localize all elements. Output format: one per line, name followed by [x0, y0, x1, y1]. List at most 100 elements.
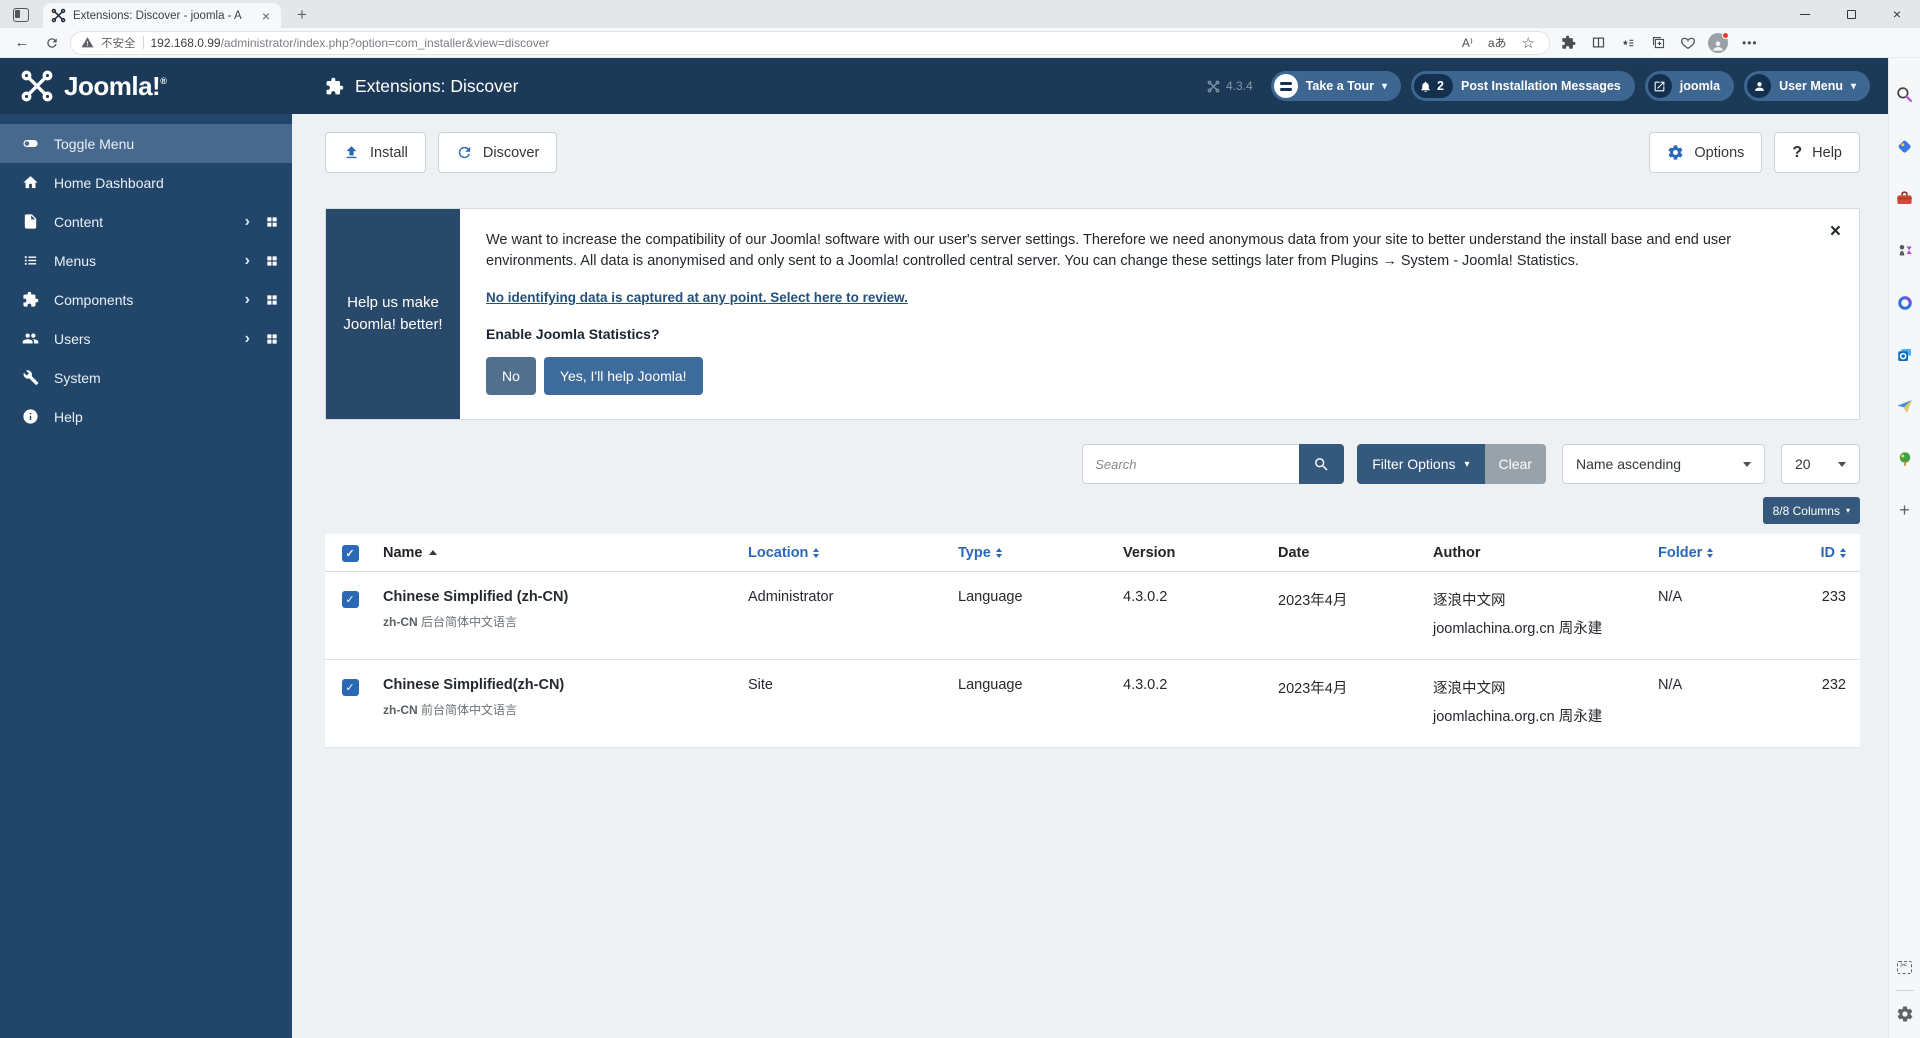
admin-header: Joomla!® Extensions: Discover 4.3.4 Take… [0, 58, 1888, 114]
no-button[interactable]: No [486, 357, 536, 395]
address-bar[interactable]: 不安全 192.168.0.99/administrator/index.php… [70, 31, 1550, 55]
column-header-id[interactable]: ID [1821, 545, 1847, 561]
column-header-folder[interactable]: Folder [1658, 545, 1713, 561]
search-button[interactable] [1299, 444, 1344, 484]
profile-notification-dot [1722, 32, 1729, 39]
tab-close-icon[interactable]: × [259, 8, 273, 24]
help-button[interactable]: ? Help [1774, 132, 1860, 173]
chevron-right-icon: › [245, 252, 250, 270]
stats-review-link[interactable]: No identifying data is captured at any p… [486, 290, 908, 305]
version-cell: 4.3.0.2 [1115, 589, 1270, 659]
sidebar-item-components[interactable]: Components › [0, 280, 292, 319]
post-installation-messages-button[interactable]: 2 Post Installation Messages [1411, 71, 1635, 101]
user-icon [1747, 74, 1771, 98]
select-all-checkbox[interactable] [342, 545, 359, 562]
sidebar-add-icon[interactable]: + [1894, 500, 1915, 521]
joomla-version-icon [1207, 80, 1220, 93]
dashboard-grid-icon[interactable] [265, 293, 279, 307]
translate-icon[interactable]: aあ [1484, 34, 1511, 51]
sort-select[interactable]: Name ascending [1562, 444, 1765, 484]
limit-select[interactable]: 20 [1781, 444, 1860, 484]
install-button[interactable]: Install [325, 132, 426, 173]
version-cell: 4.3.0.2 [1115, 677, 1270, 747]
column-header-author: Author [1425, 545, 1650, 561]
sidebar-microsoft-365-icon[interactable] [1894, 292, 1915, 313]
dashboard-grid-icon[interactable] [265, 215, 279, 229]
question-icon: ? [1792, 144, 1802, 162]
read-aloud-icon[interactable]: A⁾ [1458, 36, 1477, 50]
dashboard-grid-icon[interactable] [265, 254, 279, 268]
sidebar-item-help[interactable]: Help [0, 397, 292, 436]
filter-options-button[interactable]: Filter Options ▾ [1357, 444, 1484, 484]
author-cell: 逐浪中文网 joomlachina.org.cn 周永建 [1425, 677, 1650, 747]
author-cell: 逐浪中文网 joomlachina.org.cn 周永建 [1425, 589, 1650, 659]
browser-toolbar: ← 不安全 192.168.0.99/administrator/index.p… [0, 28, 1920, 58]
select-caret-icon [1838, 462, 1846, 467]
sidebar-item-toggle-menu[interactable]: Toggle Menu [0, 124, 292, 163]
tab-layout-icon[interactable] [13, 8, 29, 22]
extensions-table: Name Location Type Version Date Author F… [325, 534, 1860, 748]
favorites-icon[interactable] [1616, 31, 1640, 55]
column-header-type[interactable]: Type [958, 545, 1002, 561]
refresh-button[interactable] [40, 31, 64, 55]
row-checkbox[interactable] [342, 591, 359, 608]
sidebar-outlook-icon[interactable] [1894, 344, 1915, 365]
refresh-icon [456, 144, 473, 161]
columns-dropdown-button[interactable]: 8/8 Columns ▾ [1763, 497, 1860, 524]
extensions-icon[interactable] [1556, 31, 1580, 55]
joomla-logo: Joomla!® [0, 58, 292, 114]
column-header-location[interactable]: Location [748, 545, 819, 561]
sidebar-item-home-dashboard[interactable]: Home Dashboard [0, 163, 292, 202]
dashboard-grid-icon[interactable] [265, 332, 279, 346]
collections-icon[interactable] [1646, 31, 1670, 55]
extension-name: Chinese Simplified (zh-CN) [383, 589, 740, 605]
table-header-row: Name Location Type Version Date Author F… [325, 534, 1860, 572]
row-checkbox[interactable] [342, 679, 359, 696]
screenshot-icon[interactable] [1894, 957, 1915, 978]
location-cell: Site [740, 677, 950, 747]
search-input[interactable] [1082, 444, 1299, 484]
browser-tab[interactable]: Extensions: Discover - joomla - A × [43, 3, 281, 28]
bell-icon [1419, 80, 1432, 93]
maximize-icon [1847, 10, 1856, 19]
sidebar-item-system[interactable]: System [0, 358, 292, 397]
sidebar-item-menus[interactable]: Menus › [0, 241, 292, 280]
new-tab-button[interactable]: + [291, 5, 313, 25]
sidebar-games-icon[interactable] [1894, 240, 1915, 261]
stats-question: Enable Joomla Statistics? [486, 326, 1833, 342]
sidebar-settings-gear-icon[interactable] [1894, 1003, 1915, 1024]
window-maximize-button[interactable] [1828, 0, 1874, 28]
sidebar-shopping-icon[interactable] [1894, 136, 1915, 157]
site-preview-button[interactable]: joomla [1645, 71, 1734, 101]
favorite-star-icon[interactable]: ☆ [1518, 34, 1539, 52]
close-icon[interactable]: × [1830, 221, 1841, 243]
browser-essentials-icon[interactable] [1676, 31, 1700, 55]
sidebar-item-users[interactable]: Users › [0, 319, 292, 358]
yes-help-button[interactable]: Yes, I'll help Joomla! [544, 357, 703, 395]
options-button[interactable]: Options [1649, 132, 1762, 173]
folder-cell: N/A [1650, 589, 1785, 659]
sidebar-item-content[interactable]: Content › [0, 202, 292, 241]
sidebar-search-icon[interactable] [1894, 84, 1915, 105]
user-menu-button[interactable]: User Menu ▾ [1744, 71, 1870, 101]
back-button[interactable]: ← [10, 31, 34, 55]
window-close-button[interactable]: × [1874, 0, 1920, 28]
table-row: Chinese Simplified (zh-CN) zh-CN 后台简体中文语… [325, 572, 1860, 660]
sidebar-tree-icon[interactable] [1894, 448, 1915, 469]
profile-button[interactable] [1706, 31, 1730, 55]
browser-menu-icon[interactable]: ••• [1736, 36, 1764, 50]
column-header-name[interactable]: Name [383, 545, 437, 561]
take-a-tour-button[interactable]: Take a Tour ▾ [1271, 71, 1401, 101]
date-cell: 2023年4月 [1270, 589, 1425, 659]
sidebar-toolbox-icon[interactable] [1894, 188, 1915, 209]
discover-button[interactable]: Discover [438, 132, 557, 173]
edge-sidebar: + [1888, 58, 1920, 1038]
info-icon [22, 408, 39, 425]
puzzle-icon [22, 291, 39, 308]
table-row: Chinese Simplified(zh-CN) zh-CN 前台简体中文语言… [325, 660, 1860, 748]
clear-button[interactable]: Clear [1485, 444, 1546, 484]
sidebar-drop-icon[interactable] [1894, 396, 1915, 417]
split-screen-icon[interactable] [1586, 31, 1610, 55]
joomla-version: 4.3.4 [1207, 79, 1253, 93]
window-minimize-button[interactable] [1782, 0, 1828, 28]
